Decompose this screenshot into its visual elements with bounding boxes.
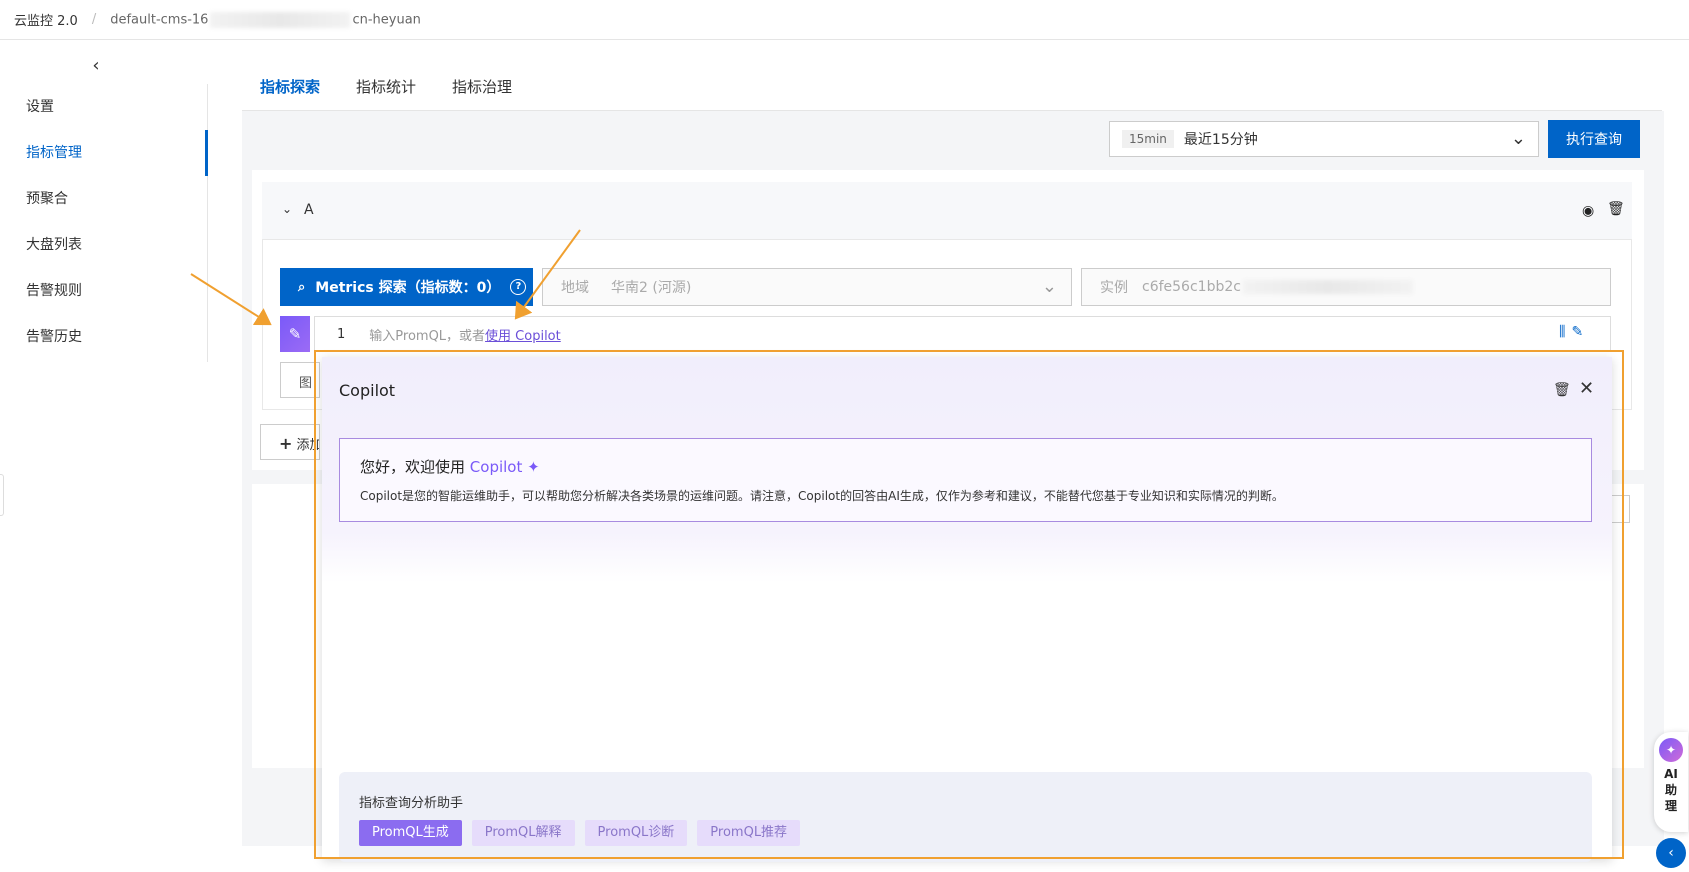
add-query-button[interactable]: + 添加 [260, 424, 320, 460]
use-copilot-link[interactable]: 使用 Copilot [485, 325, 561, 344]
close-icon[interactable]: ✕ [1579, 378, 1594, 399]
chip-promql-generate[interactable]: PromQL生成 [359, 820, 462, 846]
assistant-title: 指标查询分析助手 [359, 796, 464, 811]
line-number: 1 [337, 326, 346, 342]
breadcrumb: 云监控 2.0 / default-cms-16 cn-heyuan [0, 0, 1689, 40]
metrics-explore-label: Metrics 探索（指标数：0） [315, 280, 501, 296]
welcome-title-prefix: 您好，欢迎使用 [360, 458, 466, 476]
editor-tools: ⫼✎ [1559, 324, 1589, 340]
promql-editor[interactable]: 1 输入PromQL，或者 使用 Copilot [314, 316, 1611, 352]
sidebar-item-label: 设置 [26, 99, 54, 115]
left-edge-handle[interactable] [0, 474, 4, 516]
metrics-explore-button[interactable]: ⌕ Metrics 探索（指标数：0） ? [280, 268, 533, 306]
sidebar-item-metrics-management[interactable]: 指标管理 [0, 130, 208, 176]
region-label: 地域 [561, 280, 589, 296]
welcome-card [339, 438, 1592, 522]
sidebar-item-label: 预聚合 [26, 191, 68, 207]
chart-type-field[interactable]: 图 [280, 362, 320, 398]
breadcrumb-separator: / [91, 12, 97, 27]
sidebar-collapse-button[interactable]: ‹ [86, 56, 106, 76]
chevron-down-icon[interactable]: ⌄ [282, 202, 292, 216]
breadcrumb-root[interactable]: 云监控 2.0 [14, 10, 78, 29]
redacted-text [210, 11, 351, 28]
ai-assistant-button[interactable]: ✦ AI助理 [1654, 732, 1688, 832]
sidebar-item-pre-aggregation[interactable]: 预聚合 [0, 176, 207, 222]
tab-bar: 指标探索 指标统计 指标治理 [242, 70, 530, 112]
instance-value: c6fe56c1bb2c [1142, 279, 1241, 295]
assistant-card [339, 772, 1592, 862]
sidebar-item-label: 告警规则 [26, 283, 82, 299]
workspace-prefix: default-cms-16 [110, 12, 209, 27]
trash-icon[interactable]: 🗑 [1607, 201, 1625, 217]
welcome-description: Copilot是您的智能运维助手，可以帮助您分析解决各类场景的运维问题。请注意，… [360, 489, 1284, 503]
add-query-label: 添加 [296, 438, 320, 453]
sidebar-item-alert-history[interactable]: 告警历史 [0, 314, 207, 360]
run-query-button[interactable]: 执行查询 [1548, 120, 1640, 158]
time-range-label: 最近15分钟 [1183, 132, 1258, 148]
chevron-down-icon: ⌄ [1041, 276, 1057, 297]
sidebar: 设置 指标管理 预聚合 大盘列表 告警规则 告警历史 [0, 84, 208, 362]
eye-icon[interactable]: ◉ [1582, 203, 1594, 219]
sparkle-logo-icon: ✦ [1659, 738, 1683, 762]
welcome-title-accent: Copilot [469, 458, 523, 476]
settings-sliders-icon[interactable]: ⫼ [1559, 324, 1571, 340]
workspace-suffix: cn-heyuan [352, 12, 421, 27]
chevron-down-icon: ⌄ [1510, 128, 1526, 149]
chart-field-label: 图 [299, 376, 313, 391]
redacted-text [1242, 280, 1413, 294]
magic-wand-icon[interactable]: ✎ [1571, 324, 1589, 340]
tab-metrics-governance[interactable]: 指标治理 [434, 70, 530, 112]
chevron-left-icon[interactable]: ‹ [1656, 838, 1686, 868]
search-icon: ⌕ [298, 279, 306, 295]
plus-icon: + [279, 434, 293, 453]
sidebar-item-alert-rules[interactable]: 告警规则 [0, 268, 207, 314]
chip-promql-explain[interactable]: PromQL解释 [471, 820, 575, 846]
sidebar-item-dashboards[interactable]: 大盘列表 [0, 222, 207, 268]
region-value: 华南2 (河源) [611, 280, 692, 296]
copilot-title: Copilot [339, 381, 396, 400]
chip-promql-recommend[interactable]: PromQL推荐 [697, 820, 801, 846]
region-select[interactable]: 地域 华南2 (河源) ⌄ [542, 268, 1072, 306]
magic-wand-icon[interactable]: ✎ [280, 316, 310, 352]
sidebar-item-label: 大盘列表 [26, 237, 82, 253]
assistant-chips: PromQL生成 PromQL解释 PromQL诊断 PromQL推荐 [359, 820, 810, 846]
trash-icon[interactable]: 🗑 [1553, 382, 1571, 398]
breadcrumb-workspace[interactable]: default-cms-16 cn-heyuan [110, 11, 421, 28]
query-name: A [304, 202, 314, 218]
time-range-badge: 15min [1122, 130, 1174, 148]
sidebar-item-label: 告警历史 [26, 329, 82, 345]
tab-metrics-stats[interactable]: 指标统计 [338, 70, 434, 112]
instance-label: 实例 [1100, 280, 1128, 296]
sidebar-item-settings[interactable]: 设置 [0, 84, 207, 130]
time-range-select[interactable]: 15min 最近15分钟 ⌄ [1109, 121, 1539, 157]
sidebar-item-label: 指标管理 [26, 145, 82, 161]
welcome-title: 您好，欢迎使用 Copilot ✦ [360, 456, 540, 477]
chip-promql-diagnose[interactable]: PromQL诊断 [584, 820, 688, 846]
tab-metrics-explore[interactable]: 指标探索 [242, 70, 339, 112]
instance-field[interactable]: 实例 c6fe56c1bb2c [1081, 268, 1611, 306]
question-circle-icon[interactable]: ? [510, 279, 527, 295]
editor-placeholder: 输入PromQL，或者 [369, 328, 486, 344]
sparkle-icon: ✦ [527, 458, 540, 476]
query-header [262, 182, 1632, 240]
ai-assistant-label: AI助理 [1664, 767, 1678, 813]
